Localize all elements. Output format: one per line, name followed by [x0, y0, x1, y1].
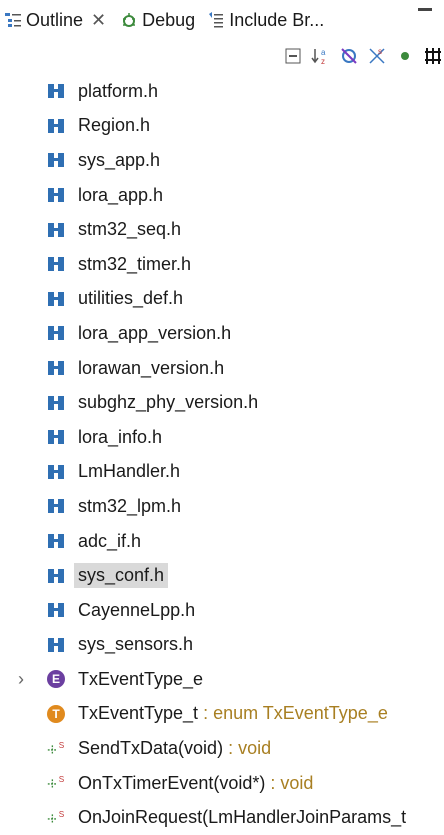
- tab-outline-label: Outline: [26, 9, 84, 30]
- tree-item[interactable]: T TxEventType_t : enum TxEventType_e: [0, 697, 444, 732]
- include-icon: [46, 393, 66, 413]
- include-icon: [46, 635, 66, 655]
- include-icon: [46, 600, 66, 620]
- tree-item[interactable]: utilities_def.h: [0, 282, 444, 317]
- svg-text:s: s: [378, 47, 382, 56]
- tree-item[interactable]: platform.h: [0, 74, 444, 109]
- tree-item[interactable]: lora_app_version.h: [0, 316, 444, 351]
- include-icon: [46, 220, 66, 240]
- tree-item[interactable]: S OnJoinRequest(LmHandlerJoinParams_t: [0, 800, 444, 835]
- include-icon: [46, 427, 66, 447]
- static-function-icon: S: [46, 739, 66, 759]
- tree-item-label: SendTxData(void): [78, 738, 224, 759]
- svg-text:S: S: [59, 741, 65, 750]
- tree-item[interactable]: stm32_lpm.h: [0, 489, 444, 524]
- tree-item[interactable]: subghz_phy_version.h: [0, 385, 444, 420]
- tree-item-selected[interactable]: sys_conf.h: [0, 558, 444, 593]
- include-icon: [46, 185, 66, 205]
- svg-text:z: z: [321, 57, 325, 66]
- include-icon: [46, 289, 66, 309]
- view-tab-bar: Outline ✕ Debug Include Br...: [0, 0, 444, 40]
- tree-item[interactable]: S SendTxData(void) : void: [0, 731, 444, 766]
- hide-macros-icon[interactable]: [422, 45, 444, 67]
- tree-item[interactable]: CayenneLpp.h: [0, 593, 444, 628]
- include-icon: [46, 116, 66, 136]
- include-icon: [46, 566, 66, 586]
- tree-item[interactable]: LmHandler.h: [0, 455, 444, 490]
- include-icon: [46, 150, 66, 170]
- enum-icon: E: [46, 669, 66, 689]
- tree-item[interactable]: › E TxEventType_e: [0, 662, 444, 697]
- include-icon: [46, 496, 66, 516]
- svg-text:S: S: [59, 775, 65, 784]
- tree-item[interactable]: lora_info.h: [0, 420, 444, 455]
- tree-item-type: : void: [223, 738, 272, 759]
- close-icon[interactable]: ✕: [91, 10, 106, 31]
- minimize-icon[interactable]: [418, 8, 432, 11]
- expand-chevron-icon[interactable]: ›: [14, 669, 28, 690]
- include-browser-icon: [207, 11, 225, 29]
- include-icon: [46, 462, 66, 482]
- outline-tree: platform.h Region.h sys_app.h lora_app.h…: [0, 74, 444, 835]
- tree-item[interactable]: Region.h: [0, 109, 444, 144]
- typedef-icon: T: [46, 704, 66, 724]
- static-function-icon: S: [46, 808, 66, 828]
- debug-icon: [120, 11, 138, 29]
- svg-text:a: a: [321, 48, 326, 57]
- tree-item-type: : enum TxEventType_e: [198, 703, 388, 724]
- tree-item[interactable]: adc_if.h: [0, 524, 444, 559]
- outline-toolbar: az s: [276, 42, 444, 70]
- tab-outline[interactable]: Outline ✕: [0, 0, 110, 40]
- tree-item[interactable]: S OnTxTimerEvent(void*) : void: [0, 766, 444, 801]
- hide-nonpublic-icon[interactable]: [394, 45, 416, 67]
- collapse-all-icon[interactable]: [282, 45, 304, 67]
- tree-item-label: OnTxTimerEvent(void*): [78, 772, 266, 793]
- static-function-icon: S: [46, 773, 66, 793]
- include-icon: [46, 531, 66, 551]
- include-icon: [46, 254, 66, 274]
- tree-item[interactable]: sys_sensors.h: [0, 628, 444, 663]
- outline-icon: [4, 11, 22, 29]
- svg-text:S: S: [59, 810, 65, 819]
- tree-item[interactable]: lorawan_version.h: [0, 351, 444, 386]
- tree-item[interactable]: stm32_timer.h: [0, 247, 444, 282]
- tree-item-type: : void: [265, 772, 314, 793]
- sort-icon[interactable]: az: [310, 45, 332, 67]
- tree-item[interactable]: lora_app.h: [0, 178, 444, 213]
- tree-item[interactable]: sys_app.h: [0, 143, 444, 178]
- tree-item-label: TxEventType_t: [78, 703, 199, 724]
- tree-item[interactable]: stm32_seq.h: [0, 212, 444, 247]
- tab-debug[interactable]: Debug: [116, 0, 199, 40]
- tab-include-browser[interactable]: Include Br...: [203, 0, 328, 40]
- include-icon: [46, 358, 66, 378]
- tab-include-browser-label: Include Br...: [229, 9, 325, 30]
- hide-fields-icon[interactable]: [338, 45, 360, 67]
- tab-debug-label: Debug: [142, 9, 196, 30]
- include-icon: [46, 81, 66, 101]
- hide-static-icon[interactable]: s: [366, 45, 388, 67]
- include-icon: [46, 323, 66, 343]
